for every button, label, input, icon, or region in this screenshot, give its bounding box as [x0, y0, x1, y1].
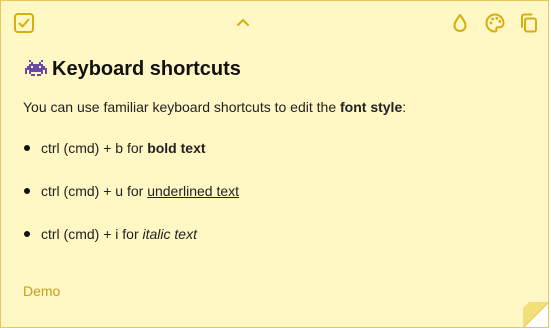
italic-sample: italic text — [142, 226, 197, 242]
shortcut-prefix: ctrl (cmd) + u for — [41, 183, 148, 199]
droplet-icon[interactable] — [448, 11, 472, 35]
page-fold-corner — [523, 302, 548, 327]
bold-sample: bold text — [147, 140, 206, 156]
intro-text: You can use familiar keyboard shortcuts … — [23, 98, 528, 116]
note-title: Keyboard shortcuts — [52, 57, 241, 80]
intro-bold: font style — [340, 99, 403, 115]
list-item: ctrl (cmd) + u for underlined text — [23, 182, 239, 200]
copy-icon[interactable] — [517, 11, 541, 35]
chevron-up-icon[interactable] — [231, 10, 255, 34]
shortcut-prefix: ctrl (cmd) + b for — [41, 140, 148, 156]
sticky-note: Keyboard shortcuts You can use familiar … — [0, 0, 549, 328]
note-footer-label: Demo — [23, 283, 61, 299]
palette-icon[interactable] — [483, 11, 507, 35]
underline-sample: underlined text — [147, 183, 240, 199]
shortcut-list: ctrl (cmd) + b for bold text ctrl (cmd) … — [23, 139, 239, 268]
note-toolbar — [1, 1, 548, 47]
intro-prefix: You can use familiar keyboard shortcuts … — [23, 99, 340, 115]
title-row: Keyboard shortcuts — [23, 54, 528, 84]
space-invader-icon — [23, 56, 49, 82]
note-content[interactable]: Keyboard shortcuts You can use familiar … — [23, 54, 528, 243]
shortcut-prefix: ctrl (cmd) + i for — [41, 226, 143, 242]
intro-suffix: : — [402, 99, 407, 115]
list-item: ctrl (cmd) + i for italic text — [23, 225, 239, 243]
list-item: ctrl (cmd) + b for bold text — [23, 139, 239, 157]
checkbox-icon[interactable] — [12, 11, 36, 35]
